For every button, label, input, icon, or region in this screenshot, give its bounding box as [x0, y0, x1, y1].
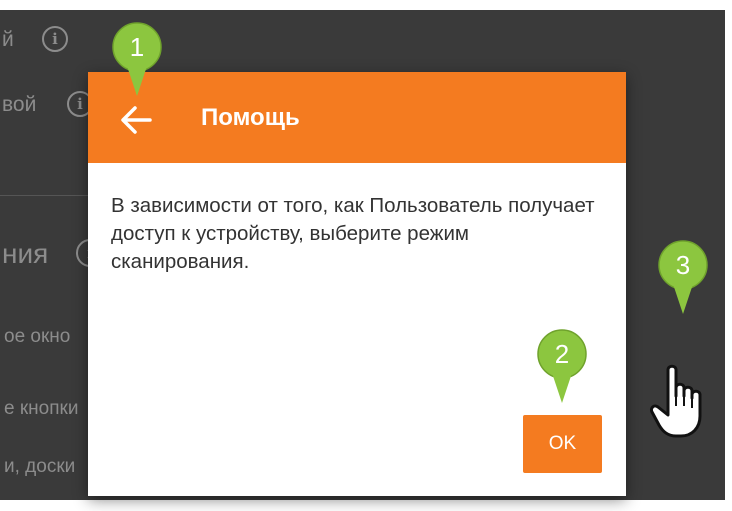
- help-dialog: Помощь В зависимости от того, как Пользо…: [88, 72, 626, 496]
- ok-button[interactable]: OK: [523, 415, 602, 473]
- back-button[interactable]: [116, 100, 156, 140]
- annotation-marker-1: 1: [107, 22, 167, 98]
- bg-divider: [0, 195, 90, 196]
- dialog-message: В зависимости от того, как Пользователь …: [111, 194, 595, 273]
- hand-pointer-icon: [648, 362, 710, 442]
- dialog-title: Помощь: [201, 104, 300, 131]
- annotation-marker-3: 3: [653, 240, 713, 316]
- bg-setting-label-1: й: [2, 28, 14, 51]
- info-icon: i: [42, 26, 68, 52]
- marker-number: 2: [554, 339, 570, 369]
- bg-setting-label-2: вой: [2, 93, 37, 116]
- bg-list-item-2: е кнопки: [4, 398, 79, 419]
- dialog-header: Помощь: [88, 72, 626, 163]
- bg-list-item-1: ое окно: [4, 326, 71, 347]
- marker-number: 3: [675, 250, 691, 280]
- arrow-left-icon: [121, 106, 152, 134]
- screenshot-stage: й i вой i ния i ое окно е кнопки и, доск…: [0, 0, 732, 511]
- bg-section-heading: ния: [2, 238, 49, 269]
- bg-list-item-3: и, доски: [4, 456, 76, 477]
- annotation-marker-2: 2: [532, 329, 592, 405]
- marker-number: 1: [129, 32, 145, 62]
